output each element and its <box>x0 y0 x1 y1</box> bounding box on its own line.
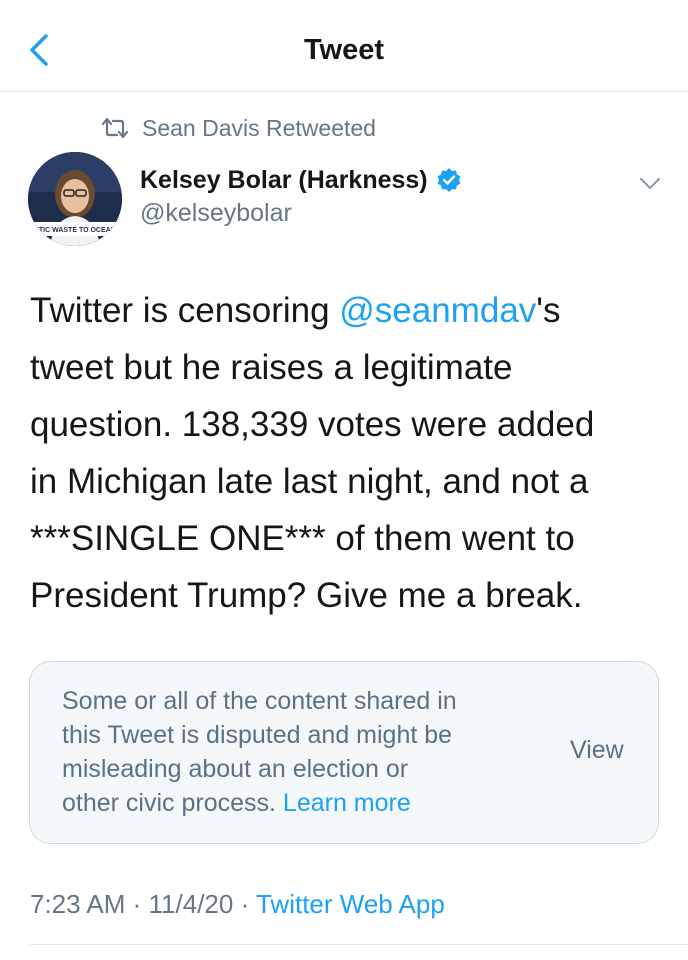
notice-line: other civic process. Learn more <box>62 786 532 820</box>
retweet-label: Sean Davis Retweeted <box>142 114 376 141</box>
learn-more-link[interactable]: Learn more <box>283 789 411 817</box>
meta-separator: · <box>125 889 149 919</box>
meta-separator: · <box>233 889 256 919</box>
avatar-image: "STIC WASTE TO OCEAN" <box>28 152 122 246</box>
divider <box>30 944 688 945</box>
notice-text-segment: other civic process. <box>62 789 283 817</box>
tweet-text-segment: Twitter is censoring <box>30 291 340 330</box>
mention-link[interactable]: @seanmdav <box>339 291 536 330</box>
notice-line: this Tweet is disputed and might be <box>62 721 453 749</box>
author-handle: @kelseybolar <box>140 199 292 227</box>
tweet-line: ***SINGLE ONE*** of them went to <box>30 519 575 558</box>
avatar-caption: "STIC WASTE TO OCEAN" <box>31 227 119 234</box>
notice-line: Some or all of the content shared in <box>62 687 457 715</box>
top-nav-bar: Tweet <box>0 0 688 92</box>
notice-text: Some or all of the content shared in thi… <box>62 684 532 820</box>
tweet-text: Twitter is censoring @seanmdav's tweet b… <box>30 282 670 624</box>
tweet-line: tweet but he raises a legitimate <box>30 348 513 387</box>
author-block[interactable]: Kelsey Bolar (Harkness) @kelseybolar <box>140 163 462 228</box>
tweet-line: Twitter is censoring @seanmdav's <box>30 282 670 339</box>
tweet-meta: 7:23 AM · 11/4/20 · Twitter Web App <box>30 889 445 920</box>
author-name: Kelsey Bolar (Harkness) <box>140 165 428 194</box>
tweet-date: 11/4/20 <box>148 889 234 919</box>
page-title: Tweet <box>303 34 385 66</box>
retweet-context[interactable]: Sean Davis Retweeted <box>100 112 376 144</box>
tweet-text-segment: 's <box>536 291 561 330</box>
view-button[interactable]: View <box>570 736 624 765</box>
author-name-row: Kelsey Bolar (Harkness) <box>140 163 462 197</box>
verified-badge-icon <box>437 168 461 192</box>
tweet-line: President Trump? Give me a break. <box>30 576 583 615</box>
tweet-line: in Michigan late last night, and not a <box>30 462 589 501</box>
tweet-line: question. 138,339 votes were added <box>30 405 595 444</box>
avatar[interactable]: "STIC WASTE TO OCEAN" <box>28 152 122 246</box>
notice-line: misleading about an election or <box>62 755 409 783</box>
disputed-content-notice: Some or all of the content shared in thi… <box>29 661 659 844</box>
retweet-icon <box>101 117 129 139</box>
source-app-link[interactable]: Twitter Web App <box>256 889 445 919</box>
tweet-time: 7:23 AM <box>30 889 126 919</box>
caret-down-icon[interactable] <box>637 170 663 196</box>
